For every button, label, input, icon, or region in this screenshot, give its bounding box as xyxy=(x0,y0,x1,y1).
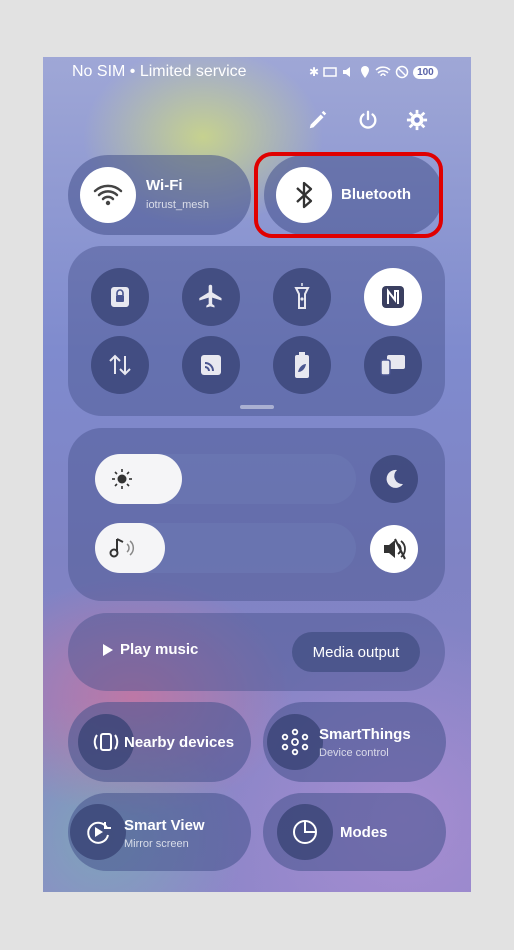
panel-drag-handle[interactable] xyxy=(240,405,274,409)
pencil-icon[interactable] xyxy=(305,107,331,133)
brightness-fill xyxy=(95,454,182,504)
nfc-status-icon xyxy=(323,67,337,77)
dex-icon[interactable] xyxy=(364,336,422,394)
wifi-status-icon xyxy=(375,66,391,77)
toggles-panel xyxy=(68,246,445,416)
status-icons: ✱ 100 xyxy=(309,65,438,79)
smartthings-label: SmartThings xyxy=(319,726,411,743)
battery-indicator: 100 xyxy=(413,65,438,79)
dnd-status-icon xyxy=(395,65,409,79)
media-output-button[interactable]: Media output xyxy=(292,632,420,672)
airplane-icon[interactable] xyxy=(182,268,240,326)
smartthings-tile[interactable]: SmartThings Device control xyxy=(263,702,446,782)
sun-icon xyxy=(111,468,133,495)
smartthings-sub: Device control xyxy=(319,747,389,759)
brightness-slider[interactable] xyxy=(95,454,356,504)
smartthings-icon xyxy=(267,714,323,770)
bluetooth-status-icon: ✱ xyxy=(309,65,320,79)
modes-label: Modes xyxy=(340,824,388,841)
wifi-tile[interactable]: Wi-Fi iotrust_mesh xyxy=(68,155,251,235)
quick-settings-panel: No SIM • Limited service ✱ 100 Wi-Fi iot… xyxy=(43,57,471,892)
cast-icon[interactable] xyxy=(182,336,240,394)
lock-icon[interactable] xyxy=(91,268,149,326)
nearby-devices-tile[interactable]: Nearby devices xyxy=(68,702,251,782)
wifi-icon xyxy=(80,167,136,223)
music-note-icon xyxy=(107,535,137,566)
nfc-icon[interactable] xyxy=(364,268,422,326)
media-panel: Play music Media output xyxy=(68,613,445,691)
play-icon xyxy=(103,643,113,656)
modes-tile[interactable]: Modes xyxy=(263,793,446,871)
carrier-status: No SIM • Limited service xyxy=(72,63,247,80)
location-status-icon xyxy=(361,66,370,78)
data-transfer-icon[interactable] xyxy=(91,336,149,394)
power-icon[interactable] xyxy=(355,107,381,133)
wifi-label: Wi-Fi xyxy=(146,177,183,194)
smart-view-sub: Mirror screen xyxy=(124,838,189,850)
selection-highlight xyxy=(254,152,443,238)
smart-view-label: Smart View xyxy=(124,817,205,834)
moon-icon[interactable] xyxy=(370,455,418,503)
wifi-network-name: iotrust_mesh xyxy=(146,199,209,211)
gear-icon[interactable] xyxy=(404,107,430,133)
play-music-label: Play music xyxy=(120,641,199,658)
mute-status-icon xyxy=(343,67,351,77)
smart-view-icon xyxy=(70,804,126,860)
play-music-button[interactable]: Play music xyxy=(102,641,198,658)
modes-icon xyxy=(277,804,333,860)
sliders-panel xyxy=(68,428,445,601)
volume-slider[interactable] xyxy=(95,523,356,573)
smart-view-tile[interactable]: Smart View Mirror screen xyxy=(68,793,251,871)
battery-saver-icon[interactable] xyxy=(273,336,331,394)
flashlight-icon[interactable] xyxy=(273,268,331,326)
mute-icon[interactable] xyxy=(370,525,418,573)
nearby-devices-label: Nearby devices xyxy=(124,734,235,751)
